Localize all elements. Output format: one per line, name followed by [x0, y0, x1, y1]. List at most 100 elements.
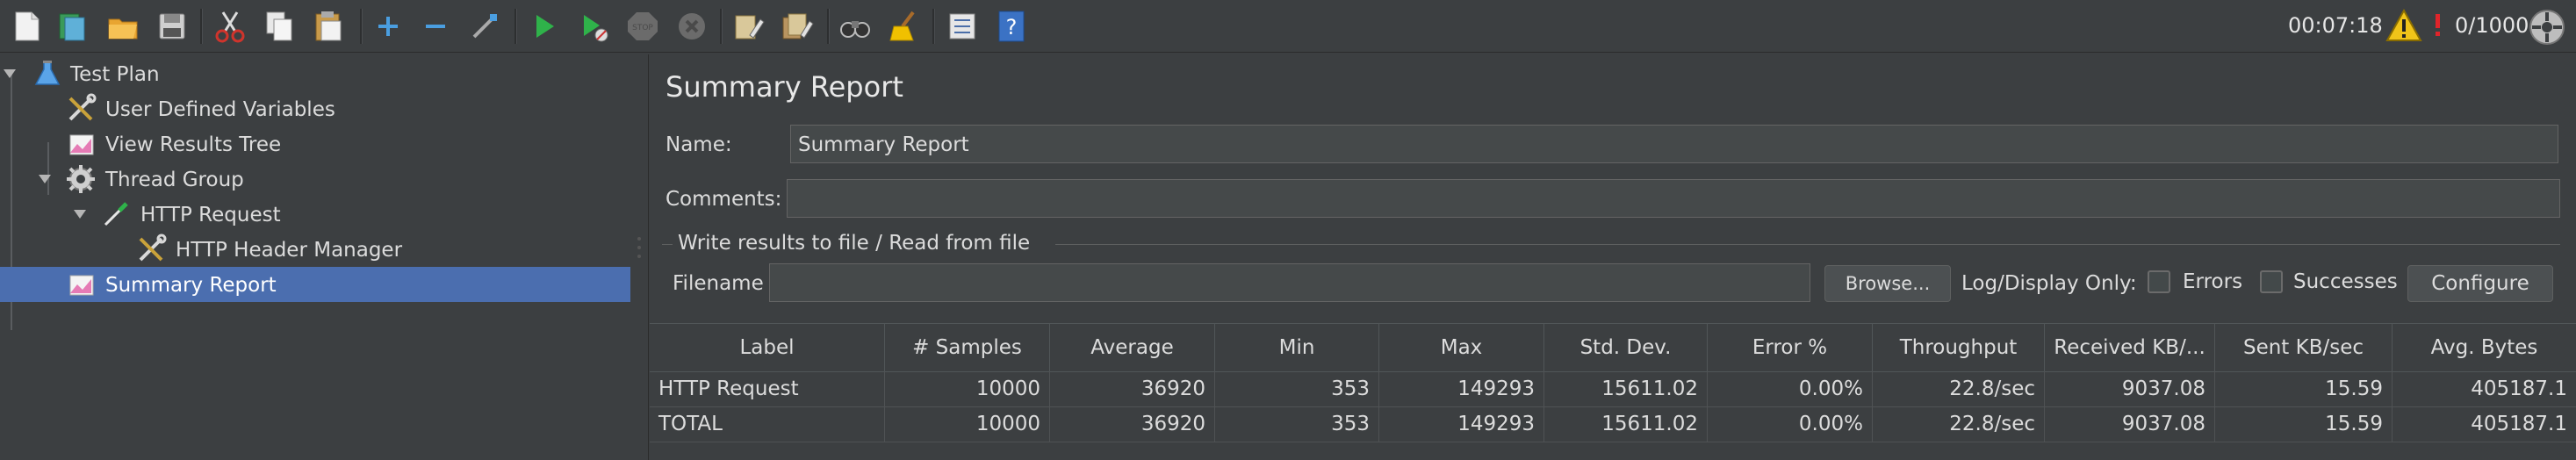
elapsed-timer: 00:07:18: [2288, 13, 2383, 38]
table-cell: 0.00%: [1708, 406, 1873, 442]
column-header-avg-bytes[interactable]: Avg. Bytes: [2393, 324, 2576, 371]
toolbar-separator: [360, 9, 363, 44]
successes-checkbox[interactable]: [2260, 270, 2283, 293]
table-cell: 22.8/sec: [1873, 371, 2045, 406]
table-cell: 9037.08: [2045, 371, 2215, 406]
clear-all-icon[interactable]: [778, 7, 817, 46]
column-header-samples[interactable]: # Samples: [885, 324, 1050, 371]
toolbar-separator: [932, 9, 935, 44]
stop-icon[interactable]: STOP: [623, 7, 662, 46]
new-icon[interactable]: [7, 7, 46, 46]
start-no-pause-icon[interactable]: [574, 7, 613, 46]
summary-table: Label # Samples Average Min Max Std. Dev…: [650, 323, 2576, 460]
open-icon[interactable]: [104, 7, 142, 46]
clear-icon[interactable]: [729, 7, 767, 46]
tree-item-label: Thread Group: [105, 169, 244, 191]
table-cell: 15.59: [2215, 371, 2393, 406]
table-cell: 0.00%: [1708, 371, 1873, 406]
start-icon[interactable]: [525, 7, 564, 46]
column-header-label[interactable]: Label: [650, 324, 885, 371]
active-threads-counter: 0/1000: [2455, 13, 2529, 38]
reset-search-icon[interactable]: [885, 7, 924, 46]
templates-icon[interactable]: [53, 7, 91, 46]
test-plan-tree: Test Plan User Defined Variables View Re…: [0, 54, 631, 460]
column-header-sent-kb[interactable]: Sent KB/sec: [2215, 324, 2393, 371]
paste-icon[interactable]: [309, 7, 348, 46]
splitter-grip: [637, 255, 641, 258]
expand-arrow-icon[interactable]: [72, 206, 88, 222]
search-icon[interactable]: [836, 7, 874, 46]
table-cell: 10000: [885, 371, 1050, 406]
tree-item-label: User Defined Variables: [105, 98, 335, 121]
tree-item-label: Test Plan: [70, 63, 160, 86]
file-group-label: Write results to file / Read from file: [678, 232, 1031, 255]
remote-engines-icon[interactable]: [2527, 7, 2567, 47]
column-header-max[interactable]: Max: [1379, 324, 1544, 371]
configure-button[interactable]: Configure: [2407, 265, 2553, 302]
copy-icon[interactable]: [260, 7, 299, 46]
table-cell: 36920: [1050, 406, 1215, 442]
expand-icon[interactable]: [369, 7, 407, 46]
tree-item-label: HTTP Header Manager: [176, 239, 403, 262]
cut-icon[interactable]: [211, 7, 249, 46]
column-header-throughput[interactable]: Throughput: [1873, 324, 2045, 371]
column-header-received-kb[interactable]: Received KB/...: [2045, 324, 2215, 371]
expand-arrow-icon[interactable]: [37, 171, 53, 187]
toolbar-separator: [827, 9, 830, 44]
warning-icon[interactable]: [2385, 7, 2423, 46]
tree-item-label: HTTP Request: [140, 204, 281, 226]
tree-item-http-request[interactable]: HTTP Request: [0, 197, 630, 232]
tree-item-view-results-tree[interactable]: View Results Tree: [0, 126, 630, 162]
tree-item-user-defined-variables[interactable]: User Defined Variables: [0, 91, 630, 126]
name-label: Name:: [666, 133, 732, 156]
tree-item-label: View Results Tree: [105, 133, 282, 156]
table-cell: 15.59: [2215, 406, 2393, 442]
listener-graph-icon: [69, 275, 94, 296]
errors-label: Errors: [2183, 270, 2243, 293]
toggle-icon[interactable]: [465, 7, 504, 46]
svg-text:?: ?: [1006, 15, 1018, 40]
flask-icon: [34, 61, 61, 85]
tree-item-test-plan[interactable]: Test Plan: [0, 56, 630, 91]
tree-item-http-header-manager[interactable]: HTTP Header Manager: [0, 232, 630, 267]
wrench-screwdriver-icon: [68, 93, 97, 121]
save-icon[interactable]: [153, 7, 191, 46]
column-header-min[interactable]: Min: [1215, 324, 1379, 371]
name-field[interactable]: Summary Report: [790, 125, 2558, 163]
function-helper-icon[interactable]: [943, 7, 982, 46]
table-cell: 15611.02: [1544, 371, 1708, 406]
filename-label: Filename: [673, 272, 764, 295]
tree-item-summary-report[interactable]: Summary Report: [0, 267, 630, 302]
table-cell: 405187.1: [2471, 377, 2567, 400]
pipette-icon: [104, 202, 128, 226]
table-cell: 9037.08: [2045, 406, 2215, 442]
column-header-std-dev[interactable]: Std. Dev.: [1544, 324, 1708, 371]
comments-label: Comments:: [666, 188, 782, 211]
table-row[interactable]: HTTP Request 10000 36920 353 149293 1561…: [650, 371, 2576, 407]
collapse-icon[interactable]: [416, 7, 455, 46]
table-row[interactable]: TOTAL 10000 36920 353 149293 15611.02 0.…: [650, 406, 2576, 442]
shutdown-icon[interactable]: [673, 7, 711, 46]
table-cell: 353: [1215, 406, 1379, 442]
tree-item-label: Summary Report: [105, 274, 277, 297]
table-cell: 353: [1215, 371, 1379, 406]
table-cell: 15611.02: [1544, 406, 1708, 442]
splitter-grip: [637, 246, 641, 249]
toolbar-separator: [514, 9, 517, 44]
table-cell: 149293: [1379, 406, 1544, 442]
browse-button[interactable]: Browse...: [1824, 265, 1951, 302]
comments-field[interactable]: [787, 179, 2560, 218]
expand-arrow-icon[interactable]: [2, 66, 18, 82]
column-header-error-pct[interactable]: Error %: [1708, 324, 1873, 371]
table-cell: HTTP Request: [650, 371, 885, 406]
wrench-screwdriver-icon: [139, 234, 167, 262]
help-icon[interactable]: ?: [992, 7, 1031, 46]
gear-icon: [67, 165, 95, 193]
errors-checkbox[interactable]: [2148, 270, 2170, 293]
filename-field[interactable]: [769, 263, 1810, 302]
column-header-average[interactable]: Average: [1050, 324, 1215, 371]
tree-item-thread-group[interactable]: Thread Group: [0, 162, 630, 197]
panel-title: Summary Report: [666, 70, 903, 104]
listener-graph-icon: [69, 134, 94, 155]
toolbar-separator: [200, 9, 203, 44]
